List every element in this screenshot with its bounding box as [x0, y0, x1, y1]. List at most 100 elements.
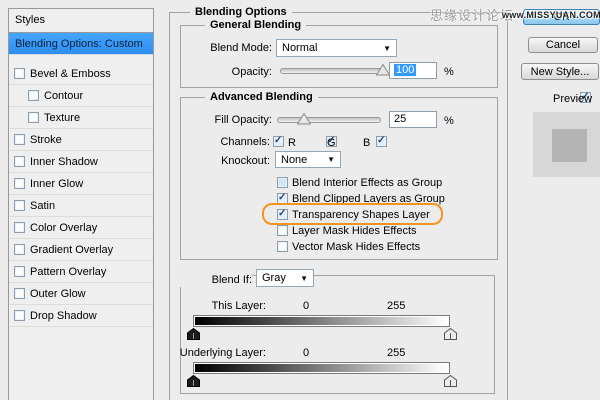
- outer-glow-checkbox[interactable]: [14, 288, 25, 299]
- opacity-label: Opacity:: [180, 66, 272, 78]
- style-item-drop-shadow[interactable]: Drop Shadow: [9, 305, 153, 327]
- satin-checkbox[interactable]: [14, 200, 25, 211]
- style-item-inner-shadow[interactable]: Inner Shadow: [9, 151, 153, 173]
- option-label: Blend Interior Effects as Group: [292, 177, 442, 189]
- inner-glow-checkbox[interactable]: [14, 178, 25, 189]
- style-item-color-overlay[interactable]: Color Overlay: [9, 217, 153, 239]
- opacity-slider-thumb[interactable]: [376, 64, 390, 76]
- advanced-options-list: Blend Interior Effects as Group Blend Cl…: [277, 177, 492, 257]
- underlying-layer-label: Underlying Layer:: [172, 347, 266, 359]
- option-layer-mask-hides-effects[interactable]: Layer Mask Hides Effects: [277, 225, 492, 236]
- this-layer-black-slider[interactable]: [187, 328, 200, 340]
- watermark-url: www.MISSYUAN.COM: [502, 10, 600, 20]
- contour-checkbox[interactable]: [28, 90, 39, 101]
- drop-shadow-checkbox[interactable]: [14, 310, 25, 321]
- style-item-label: Inner Shadow: [30, 156, 98, 168]
- preview-label: Preview: [553, 93, 592, 105]
- style-item-bevel-emboss[interactable]: Bevel & Emboss: [9, 63, 153, 85]
- opacity-unit: %: [444, 66, 454, 78]
- blend-mode-select[interactable]: Normal ▼: [276, 39, 397, 57]
- channel-b-checkbox[interactable]: [376, 136, 387, 147]
- bevel-emboss-checkbox[interactable]: [14, 68, 25, 79]
- style-item-label: Texture: [44, 112, 80, 124]
- inner-shadow-checkbox[interactable]: [14, 156, 25, 167]
- knockout-value: None: [281, 154, 307, 166]
- this-layer-max: 255: [387, 300, 405, 312]
- style-item-pattern-overlay[interactable]: Pattern Overlay: [9, 261, 153, 283]
- general-blending-title: General Blending: [205, 19, 306, 31]
- this-layer-min: 0: [303, 300, 309, 312]
- blend-mode-label: Blend Mode:: [180, 42, 272, 54]
- underlying-layer-white-slider[interactable]: [444, 375, 457, 387]
- style-item-stroke[interactable]: Stroke: [9, 129, 153, 151]
- preview-thumbnail: [533, 112, 600, 177]
- transparency-shapes-layer-checkbox[interactable]: [277, 209, 288, 220]
- preview-thumbnail-layer: [552, 129, 587, 162]
- style-item-label: Drop Shadow: [30, 310, 97, 322]
- layer-mask-hides-effects-checkbox[interactable]: [277, 225, 288, 236]
- option-label: Vector Mask Hides Effects: [292, 241, 420, 253]
- style-item-label: Gradient Overlay: [30, 244, 113, 256]
- channel-r-checkbox[interactable]: [273, 136, 284, 147]
- blend-mode-value: Normal: [282, 42, 317, 54]
- channels-label: Channels:: [180, 136, 270, 148]
- style-item-texture[interactable]: Texture: [9, 107, 153, 129]
- cancel-button[interactable]: Cancel: [528, 37, 598, 53]
- chevron-down-icon: ▼: [383, 44, 391, 53]
- option-label: Blend Clipped Layers as Group: [292, 193, 445, 205]
- underlying-layer-gradient-bar: [193, 362, 450, 374]
- styles-panel: Styles Blending Options: Custom Bevel & …: [8, 8, 154, 400]
- new-style-button[interactable]: New Style...: [521, 63, 599, 80]
- fill-opacity-slider[interactable]: [277, 117, 381, 123]
- option-label: Transparency Shapes Layer: [292, 209, 430, 221]
- style-item-blending-options-selected[interactable]: Blending Options: Custom: [9, 33, 153, 55]
- style-item-contour[interactable]: Contour: [9, 85, 153, 107]
- option-blend-clipped-layers[interactable]: Blend Clipped Layers as Group: [277, 193, 492, 204]
- chevron-down-icon: ▼: [327, 155, 335, 164]
- opacity-value: 100: [394, 64, 416, 76]
- styles-panel-header: Styles: [9, 9, 153, 33]
- style-item-label: Outer Glow: [30, 288, 86, 300]
- style-item-satin[interactable]: Satin: [9, 195, 153, 217]
- channel-r-label: R: [288, 137, 296, 149]
- color-overlay-checkbox[interactable]: [14, 222, 25, 233]
- knockout-select[interactable]: None ▼: [275, 151, 341, 168]
- fill-opacity-value: 25: [394, 113, 406, 125]
- blend-clipped-layers-checkbox[interactable]: [277, 193, 288, 204]
- gradient-overlay-checkbox[interactable]: [14, 244, 25, 255]
- pattern-overlay-checkbox[interactable]: [14, 266, 25, 277]
- opacity-slider[interactable]: [280, 68, 384, 74]
- style-item-label: Contour: [44, 90, 83, 102]
- channel-g-label: G: [327, 137, 336, 149]
- chevron-down-icon: ▼: [300, 274, 308, 283]
- blending-options-title: Blending Options: [190, 6, 292, 18]
- option-vector-mask-hides-effects[interactable]: Vector Mask Hides Effects: [277, 241, 492, 252]
- blend-if-channel-select[interactable]: Gray ▼: [256, 269, 314, 287]
- this-layer-white-slider[interactable]: [444, 328, 457, 340]
- underlying-layer-min: 0: [303, 347, 309, 359]
- option-label: Layer Mask Hides Effects: [292, 225, 417, 237]
- style-item-inner-glow[interactable]: Inner Glow: [9, 173, 153, 195]
- opacity-input[interactable]: 100: [389, 62, 437, 79]
- style-item-label: Color Overlay: [30, 222, 97, 234]
- style-item-gradient-overlay[interactable]: Gradient Overlay: [9, 239, 153, 261]
- underlying-layer-max: 255: [387, 347, 405, 359]
- underlying-layer-black-slider[interactable]: [187, 375, 200, 387]
- knockout-label: Knockout:: [180, 155, 270, 167]
- stroke-checkbox[interactable]: [14, 134, 25, 145]
- style-item-outer-glow[interactable]: Outer Glow: [9, 283, 153, 305]
- blend-interior-effects-checkbox[interactable]: [277, 177, 288, 188]
- blend-if-label: Blend If:: [180, 273, 252, 287]
- style-item-label: Pattern Overlay: [30, 266, 106, 278]
- style-item-label: Stroke: [30, 134, 62, 146]
- option-transparency-shapes-layer[interactable]: Transparency Shapes Layer: [277, 209, 492, 220]
- blend-if-channel-value: Gray: [262, 272, 286, 284]
- style-item-label: Satin: [30, 200, 55, 212]
- layer-style-dialog: { "watermark": { "site_cn": "思缘设计论坛", "s…: [0, 0, 600, 400]
- fill-opacity-input[interactable]: 25: [389, 111, 437, 128]
- fill-opacity-slider-thumb[interactable]: [297, 113, 311, 125]
- advanced-blending-title: Advanced Blending: [205, 91, 318, 103]
- option-blend-interior-effects[interactable]: Blend Interior Effects as Group: [277, 177, 492, 188]
- texture-checkbox[interactable]: [28, 112, 39, 123]
- vector-mask-hides-effects-checkbox[interactable]: [277, 241, 288, 252]
